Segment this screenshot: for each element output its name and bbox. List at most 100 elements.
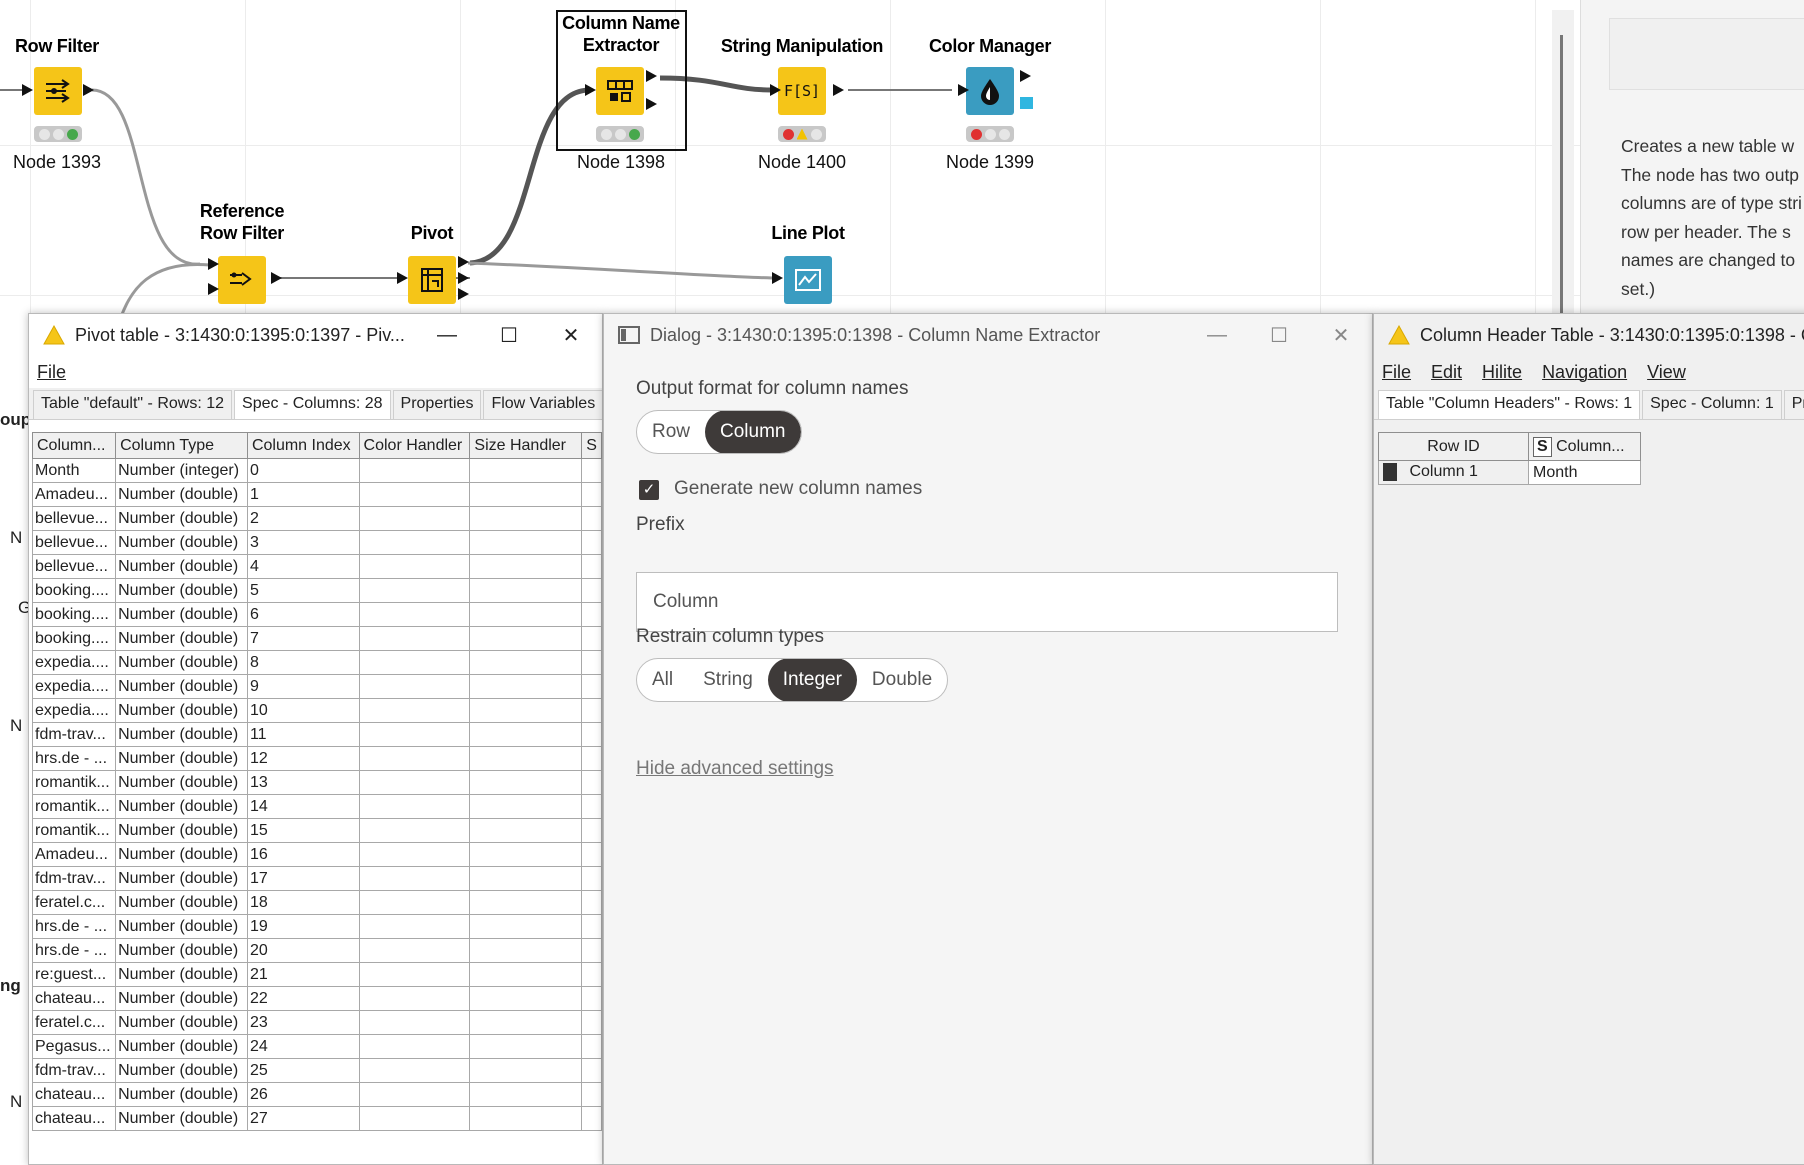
spec-table[interactable]: Column... Column Type Column Index Color… — [31, 432, 602, 1131]
option-integer[interactable]: Integer — [767, 659, 857, 701]
table-row[interactable]: feratel.c... Number (double) 18 — [31, 890, 602, 915]
node-string-manipulation[interactable]: String Manipulation F[S] Node 1400 — [721, 35, 884, 172]
line-plot-icon[interactable] — [784, 256, 832, 304]
output-port[interactable] — [1020, 70, 1031, 82]
table-row[interactable]: feratel.c... Number (double) 23 — [31, 1010, 602, 1035]
generate-names-label[interactable]: Generate new column names — [674, 478, 922, 500]
input-port[interactable] — [772, 272, 783, 284]
output-port[interactable] — [271, 272, 282, 284]
option-all[interactable]: All — [637, 659, 688, 701]
row-id-header[interactable]: Row ID — [1378, 432, 1529, 461]
pivot-table-window[interactable]: Pivot table - 3:1430:0:1395:0:1397 - Piv… — [28, 313, 603, 1165]
table-row[interactable]: romantik... Number (double) 15 — [31, 818, 602, 843]
input-port[interactable] — [585, 84, 596, 96]
column-header-table-window[interactable]: Column Header Table - 3:1430:0:1395:0:13… — [1373, 313, 1804, 1165]
table-row[interactable]: bellevue... Number (double) 4 — [31, 554, 602, 579]
table-row[interactable]: chateau... Number (double) 27 — [31, 1106, 602, 1131]
table-row[interactable]: expedia.... Number (double) 8 — [31, 650, 602, 675]
table-row[interactable]: Month Number (integer) 0 — [31, 458, 602, 483]
table-row[interactable]: booking.... Number (double) 6 — [31, 602, 602, 627]
node-reference-row-filter[interactable]: Reference Row Filter — [172, 200, 312, 304]
window-titlebar[interactable]: Pivot table - 3:1430:0:1395:0:1397 - Piv… — [29, 314, 602, 356]
extractor-icon[interactable] — [596, 67, 644, 115]
table-row[interactable]: hrs.de - ... Number (double) 12 — [31, 746, 602, 771]
table-row[interactable]: re:guest... Number (double) 21 — [31, 962, 602, 987]
tab-flow-variables[interactable]: Flow Variables — [483, 390, 602, 419]
tab-properties[interactable]: Pro — [1783, 390, 1804, 419]
node-column-name-extractor[interactable]: Column Name Extractor Node 1398 — [551, 12, 691, 172]
output-port[interactable] — [646, 70, 657, 82]
output-port[interactable] — [458, 288, 469, 300]
table-row[interactable]: fdm-trav... Number (double) 11 — [31, 722, 602, 747]
table-row[interactable]: Amadeu... Number (double) 1 — [31, 482, 602, 507]
input-port[interactable] — [208, 283, 219, 295]
column-header[interactable]: S Column... — [1528, 432, 1641, 461]
tab-spec[interactable]: Spec - Columns: 28 — [234, 390, 391, 419]
option-column[interactable]: Column — [705, 411, 801, 453]
output-port[interactable] — [83, 84, 94, 96]
output-port[interactable] — [458, 256, 469, 268]
workflow-canvas[interactable]: Row Filter Node 1393 Reference Row Filte… — [0, 0, 1580, 320]
menu-edit[interactable]: Edit — [1431, 362, 1462, 383]
minimize-button[interactable]: — — [416, 314, 478, 356]
column-header[interactable]: Color Handler — [358, 432, 471, 459]
input-port[interactable] — [770, 84, 781, 96]
canvas-scrollbar[interactable] — [1552, 10, 1574, 325]
close-button[interactable]: ✕ — [540, 314, 602, 356]
table-row[interactable]: expedia.... Number (double) 10 — [31, 698, 602, 723]
column-header[interactable]: Column... — [31, 432, 117, 459]
string-icon[interactable]: F[S] — [778, 67, 826, 115]
table-row[interactable]: booking.... Number (double) 5 — [31, 578, 602, 603]
table-row[interactable]: booking.... Number (double) 7 — [31, 626, 602, 651]
table-row[interactable]: bellevue... Number (double) 2 — [31, 506, 602, 531]
output-port[interactable] — [646, 98, 657, 110]
column-headers-table[interactable]: Row ID S Column... Column 1 Month — [1378, 432, 1641, 485]
option-double[interactable]: Double — [857, 659, 947, 701]
pivot-icon[interactable] — [408, 256, 456, 304]
column-header[interactable]: Size Handler — [469, 432, 583, 459]
menu-view[interactable]: View — [1647, 362, 1686, 383]
window-titlebar[interactable]: Column Header Table - 3:1430:0:1395:0:13… — [1374, 314, 1804, 356]
menu-hilite[interactable]: Hilite — [1482, 362, 1522, 383]
column-header[interactable]: S — [581, 432, 602, 459]
table-row[interactable]: fdm-trav... Number (double) 17 — [31, 866, 602, 891]
column-header[interactable]: Column Index — [246, 432, 360, 459]
maximize-button[interactable]: ☐ — [1248, 314, 1310, 356]
table-row[interactable]: Pegasus... Number (double) 24 — [31, 1034, 602, 1059]
table-row[interactable]: bellevue... Number (double) 3 — [31, 530, 602, 555]
input-port[interactable] — [208, 258, 219, 270]
tab-properties[interactable]: Properties — [392, 390, 482, 419]
table-row[interactable]: chateau... Number (double) 26 — [31, 1082, 602, 1107]
close-button[interactable]: ✕ — [1310, 314, 1372, 356]
input-port[interactable] — [958, 84, 969, 96]
input-port[interactable] — [397, 272, 408, 284]
tab-spec[interactable]: Spec - Column: 1 — [1642, 390, 1782, 419]
table-row[interactable]: fdm-trav... Number (double) 25 — [31, 1058, 602, 1083]
node-pivot[interactable]: Pivot — [362, 222, 502, 304]
node-line-plot[interactable]: Line Plot — [738, 222, 878, 304]
hide-advanced-settings-link[interactable]: Hide advanced settings — [636, 758, 834, 780]
column-header[interactable]: Column Type — [115, 432, 248, 459]
minimize-button[interactable]: — — [1186, 314, 1248, 356]
maximize-button[interactable]: ☐ — [478, 314, 540, 356]
output-port[interactable] — [833, 84, 844, 96]
option-string[interactable]: String — [688, 659, 768, 701]
table-row[interactable]: chateau... Number (double) 22 — [31, 986, 602, 1011]
reference-filter-icon[interactable] — [218, 256, 266, 304]
table-row[interactable]: Amadeu... Number (double) 16 — [31, 842, 602, 867]
node-color-manager[interactable]: Color Manager Node 1399 — [920, 35, 1060, 172]
option-row[interactable]: Row — [637, 411, 705, 453]
tab-table[interactable]: Table "Column Headers" - Rows: 1 — [1378, 390, 1641, 419]
output-port[interactable] — [458, 272, 469, 284]
generate-names-checkbox[interactable]: ✓ — [639, 480, 659, 500]
tab-table[interactable]: Table "default" - Rows: 12 — [33, 390, 233, 419]
menu-navigation[interactable]: Navigation — [1542, 362, 1627, 383]
table-row[interactable]: expedia.... Number (double) 9 — [31, 674, 602, 699]
droplet-icon[interactable] — [966, 67, 1014, 115]
prefix-input[interactable]: Column — [636, 572, 1338, 632]
menu-file[interactable]: File — [1382, 362, 1411, 383]
window-titlebar[interactable]: Dialog - 3:1430:0:1395:0:1398 - Column N… — [604, 314, 1372, 356]
filter-icon[interactable] — [34, 67, 82, 115]
scrollbar-thumb[interactable] — [1560, 35, 1563, 325]
column-name-extractor-dialog[interactable]: Dialog - 3:1430:0:1395:0:1398 - Column N… — [603, 313, 1373, 1165]
